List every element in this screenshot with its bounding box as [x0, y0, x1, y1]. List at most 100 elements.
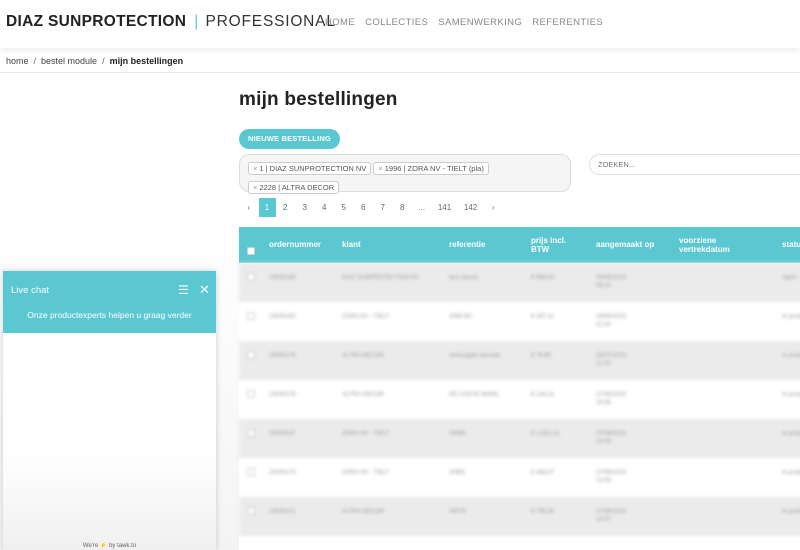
- cell-klant: ALTRA DECOR: [342, 353, 384, 359]
- filter-chip-label: 1 | DIAZ SUNPROTECTION NV: [259, 164, 367, 173]
- breadcrumb-separator: /: [33, 56, 37, 66]
- row-checkbox[interactable]: [247, 429, 255, 437]
- chat-title: Live chat: [11, 285, 50, 296]
- cell-ordernummer: 23000101: [269, 509, 296, 515]
- page-button-8[interactable]: 8: [393, 198, 413, 217]
- remove-chip-icon[interactable]: ×: [253, 183, 257, 192]
- chat-branding[interactable]: We're ⚡ by tawk.to: [3, 542, 216, 549]
- select-all-checkbox[interactable]: [247, 247, 255, 255]
- hamburger-menu-icon[interactable]: ☰: [178, 283, 189, 297]
- filter-chip-label: 2228 | ALTRA DECOR: [259, 183, 335, 192]
- table-row[interactable]: 23000137 ZORA NV - TIELT 20980 € 1.822,14 27…: [239, 419, 800, 458]
- cell-klant: ALTRA DECOR: [342, 392, 384, 398]
- orders-table: ordernummer klant referentie prijs incl.…: [239, 227, 800, 536]
- column-vertrekdatum[interactable]: voorziene vertrekdatum: [679, 227, 754, 263]
- new-order-button[interactable]: NIEUWE BESTELLING: [239, 129, 340, 149]
- breadcrumb-bestel-module[interactable]: bestel module: [41, 56, 97, 66]
- chat-header[interactable]: Live chat ☰ ✕ Onze productexperts helpen…: [3, 271, 216, 333]
- top-navigation-bar: DIAZ SUNPROTECTION | PROFESSIONAL HOME COL…: [0, 0, 800, 48]
- table-row[interactable]: 23000178 ALTRA DECOR DE COSTE MARIL € 144,2…: [239, 380, 800, 419]
- cell-klant: ALTRA DECOR: [342, 509, 384, 515]
- column-klant[interactable]: klant: [342, 227, 361, 263]
- next-page-button[interactable]: ›: [484, 198, 504, 217]
- brand-logo[interactable]: DIAZ SUNPROTECTION | PROFESSIONAL: [6, 13, 336, 31]
- column-referentie[interactable]: referentie: [449, 227, 485, 263]
- cell-status: Open: [782, 275, 797, 281]
- cell-klant: ZORA NV - TIELT: [342, 431, 390, 437]
- row-checkbox[interactable]: [247, 507, 255, 515]
- cell-ordernummer: 23000178: [269, 392, 296, 398]
- nav-home[interactable]: HOME: [325, 17, 355, 28]
- cell-referentie: 20981: [449, 470, 466, 476]
- row-checkbox[interactable]: [247, 312, 255, 320]
- row-checkbox[interactable]: [247, 273, 255, 281]
- cell-referentie: 20979: [449, 509, 466, 515]
- filter-chip[interactable]: × 2228 | ALTRA DECOR: [248, 181, 340, 194]
- search-input[interactable]: [589, 154, 800, 175]
- cell-prijs: € 998,00: [531, 275, 555, 281]
- cell-aangemaakt: 03/08/2023 11:24: [596, 314, 627, 328]
- cell-aangemaakt: 27/06/2023 13:05: [596, 470, 627, 484]
- cell-klant: ZORA NV - TIELT: [342, 470, 390, 476]
- remove-chip-icon[interactable]: ×: [378, 164, 382, 173]
- cell-aangemaakt: 27/06/2023 13:09: [596, 431, 627, 445]
- divider: [0, 72, 800, 73]
- page-button-1[interactable]: 1: [258, 198, 276, 217]
- cell-prijs: € 468,07: [531, 470, 555, 476]
- brand-bold: DIAZ SUNPROTECTION: [6, 13, 187, 30]
- table-row[interactable]: 23000183 ZORA NV - TIELT 2085 BU € 187,11 03…: [239, 302, 800, 341]
- table-header: ordernummer klant referentie prijs incl.…: [239, 227, 800, 263]
- close-icon[interactable]: ✕: [199, 282, 210, 298]
- chat-subtitle: Onze productexperts helpen u graag verde…: [27, 310, 192, 320]
- cell-ordernummer: 23000176: [269, 353, 296, 359]
- row-checkbox[interactable]: [247, 468, 255, 476]
- column-ordernummer[interactable]: ordernummer: [269, 227, 321, 263]
- brand-light: PROFESSIONAL: [205, 13, 336, 30]
- breadcrumb-current: mijn bestellingen: [109, 56, 184, 66]
- cell-status: In productie: [782, 353, 800, 359]
- page-button-2[interactable]: 2: [276, 198, 296, 217]
- filter-chip[interactable]: × 1 | DIAZ SUNPROTECTION NV: [248, 162, 372, 175]
- cell-aangemaakt: 27/06/2023 10:07: [596, 509, 627, 523]
- cell-status: In productie: [782, 431, 800, 437]
- cell-ordernummer: 23000189: [269, 275, 296, 281]
- breadcrumb-home[interactable]: home: [6, 56, 29, 66]
- page-button-3[interactable]: 3: [295, 198, 315, 217]
- column-aangemaakt-op[interactable]: aangemaakt op: [596, 227, 654, 263]
- page-title: mijn bestellingen: [239, 89, 398, 110]
- page-button-6[interactable]: 6: [354, 198, 374, 217]
- nav-collecties[interactable]: COLLECTIES: [365, 17, 428, 28]
- main-nav: HOME COLLECTIES SAMENWERKING REFERENTIES: [325, 17, 603, 28]
- cell-ordernummer: 23000183: [269, 314, 296, 320]
- row-checkbox[interactable]: [247, 390, 255, 398]
- page-button-141[interactable]: 141: [432, 198, 458, 217]
- cell-prijs: € 795,46: [531, 509, 555, 515]
- page-button-142[interactable]: 142: [458, 198, 484, 217]
- cell-klant: ZORA NV - TIELT: [342, 314, 390, 320]
- nav-referenties[interactable]: REFERENTIES: [532, 17, 603, 28]
- prev-page-button[interactable]: ‹: [239, 198, 259, 217]
- table-row[interactable]: 23000189 DIAZ SUNPROTECTION NV test classi…: [239, 263, 800, 302]
- cell-referentie: vertraagde verzoek: [449, 353, 501, 359]
- row-checkbox[interactable]: [247, 351, 255, 359]
- cell-aangemaakt: 03/08/2023 09:22: [596, 275, 627, 289]
- nav-samenwerking[interactable]: SAMENWERKING: [438, 17, 522, 28]
- pagination: ‹ 1 2 3 4 5 6 7 8 ... 141 142 ›: [239, 198, 503, 217]
- cell-klant: DIAZ SUNPROTECTION NV: [342, 275, 420, 281]
- customer-filter[interactable]: × 1 | DIAZ SUNPROTECTION NV × 1996 | ZORA N…: [239, 154, 571, 194]
- live-chat-widget[interactable]: Live chat ☰ ✕ Onze productexperts helpen…: [3, 271, 216, 550]
- page-button-4[interactable]: 4: [315, 198, 335, 217]
- table-row[interactable]: 23000101 ALTRA DECOR 20979 € 795,46 27/06/20…: [239, 497, 800, 536]
- cell-prijs: € 187,11: [531, 314, 554, 320]
- column-status[interactable]: status: [782, 227, 800, 263]
- page-button-7[interactable]: 7: [373, 198, 393, 217]
- table-row[interactable]: 23000176 ALTRA DECOR vertraagde verzoek € 7…: [239, 341, 800, 380]
- cell-ordernummer: 23000137: [269, 431, 296, 437]
- remove-chip-icon[interactable]: ×: [253, 164, 257, 173]
- page-button-5[interactable]: 5: [334, 198, 354, 217]
- column-prijs[interactable]: prijs incl. BTW: [531, 227, 576, 263]
- cell-aangemaakt: 27/06/2023 16:56: [596, 392, 627, 406]
- filter-chip[interactable]: × 1996 | ZORA NV - TIELT (pla): [373, 162, 489, 175]
- cell-prijs: € 78,90: [531, 353, 552, 359]
- table-row[interactable]: 23000175 ZORA NV - TIELT 20981 € 468,07 27/0…: [239, 458, 800, 497]
